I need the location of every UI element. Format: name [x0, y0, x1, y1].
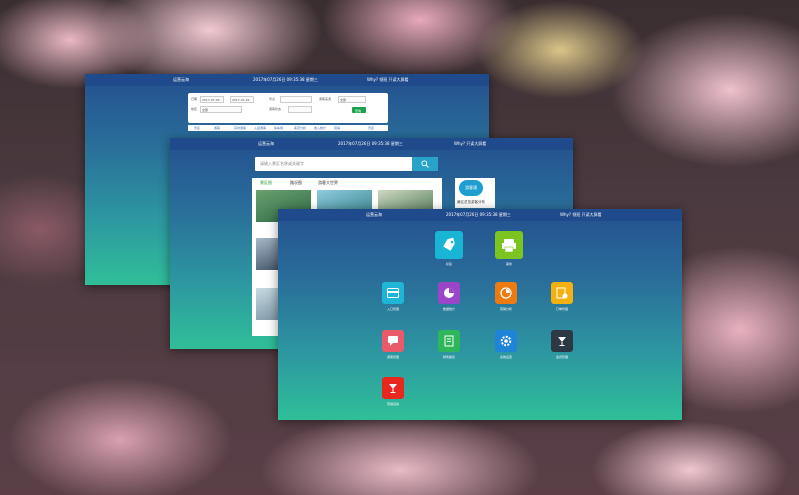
strip-col-7: 收入统计 [314, 126, 327, 130]
field-label-2: 景点 [269, 97, 276, 101]
app-visitors[interactable] [382, 330, 404, 352]
order-icon [556, 287, 568, 299]
search-bar[interactable]: 请输入景区名称或关键字 [255, 157, 438, 171]
strip-col-4: 入园游客 [254, 126, 267, 130]
app-label: 票务 [505, 262, 513, 266]
scenic-thumbnail[interactable] [256, 238, 280, 270]
app-label: 营销分析 [499, 307, 513, 311]
query-button[interactable]: 查询 [352, 107, 366, 113]
side-widget: 游客通 景区总览游客分布 [455, 178, 495, 208]
top-bar: 运营云海 2017年07月26日 09:35:38 星期三 Why? 领班 只读… [85, 74, 489, 86]
strip-col-6: 客流分析 [294, 126, 307, 130]
query-form: 日期 2017-07-26 2017-07-26 景点 游客来源 全部 地区 全… [188, 93, 388, 123]
datetime: 2017年07月26日 09:35:38 星期三 [338, 141, 403, 146]
pie-chart-icon [444, 288, 454, 298]
app-title: 运营云海 [258, 141, 274, 146]
app-title: 运营云海 [366, 212, 382, 217]
app-label: 营销活动 [386, 402, 400, 406]
datetime: 2017年07月26日 09:35:38 星期三 [253, 77, 318, 82]
pie-analysis-icon [500, 287, 512, 299]
strip-col-5: 停车场 [274, 126, 284, 130]
region-select[interactable]: 全部 [200, 106, 242, 113]
date-label: 日期 [191, 97, 198, 101]
app-label: 标签 [445, 262, 453, 266]
app-label: 订单管理 [555, 307, 569, 311]
app-label: 系统设置 [499, 355, 513, 359]
cup-red-icon [389, 384, 397, 393]
spot-input[interactable] [280, 96, 312, 103]
report-icon [444, 335, 454, 347]
search-input[interactable]: 请输入景区名称或关键字 [260, 161, 304, 167]
strip-col-2: 游客 [214, 126, 221, 130]
printer-icon [502, 239, 516, 253]
datetime: 2017年07月26日 09:35:38 星期三 [446, 212, 511, 217]
cup-icon [558, 337, 566, 346]
field-label-4: 地区 [191, 107, 198, 111]
user-info: Why? 领班 只读大屏看 [560, 212, 602, 217]
app-statistics[interactable] [438, 282, 460, 304]
strip-col-1: 景区 [194, 126, 201, 130]
app-label: 财务报表 [442, 355, 456, 359]
app-label: 会员管理 [555, 355, 569, 359]
app-tag[interactable] [435, 231, 463, 259]
tab-bar: 景区图 路况图 游客大世界 [252, 178, 442, 186]
status-select[interactable] [288, 106, 312, 113]
app-campaign[interactable] [382, 377, 404, 399]
front-screen-apps: 运营云海 2017年07月26日 09:35:38 星期三 Why? 领班 只读… [278, 209, 682, 420]
strip-col-9: 景区 [368, 126, 375, 130]
app-entrance[interactable] [382, 282, 404, 304]
app-badge[interactable]: 游客通 [459, 180, 483, 196]
search-button[interactable] [412, 157, 438, 171]
app-orders[interactable] [551, 282, 573, 304]
app-label: 游客管理 [386, 355, 400, 359]
card-icon [387, 288, 399, 298]
app-title: 运营云海 [173, 77, 189, 82]
search-icon [421, 160, 429, 168]
user-info: Why? 只读大屏看 [454, 141, 487, 146]
scenic-thumbnail[interactable] [256, 288, 280, 320]
user-info: Why? 领班 只读大屏看 [367, 77, 409, 82]
strip-col-8: 营销 [334, 126, 341, 130]
column-strip: 景区 游客 实时游客 入园游客 停车场 客流分析 收入统计 营销 景区 [188, 125, 388, 131]
app-printer[interactable] [495, 231, 523, 259]
app-members[interactable] [551, 330, 573, 352]
tag-icon [443, 237, 455, 251]
app-finance[interactable] [438, 330, 460, 352]
app-label: 入口管理 [386, 307, 400, 311]
app-marketing-analysis[interactable] [495, 282, 517, 304]
source-select[interactable]: 全部 [338, 96, 366, 103]
gear-icon [500, 335, 512, 347]
top-bar: 运营云海 2017年07月26日 09:35:38 星期三 Why? 只读大屏看 [170, 138, 573, 150]
strip-col-3: 实时游客 [234, 126, 247, 130]
field-label-7: 游客状态 [269, 107, 282, 111]
app-settings[interactable] [495, 330, 517, 352]
side-text: 景区总览游客分布 [457, 200, 485, 204]
date-to-input[interactable]: 2017-07-26 [230, 96, 254, 103]
field-label-3: 游客来源 [319, 97, 332, 101]
app-label: 数据统计 [442, 307, 456, 311]
date-from-input[interactable]: 2017-07-26 [200, 96, 224, 103]
message-icon [388, 336, 398, 346]
top-bar: 运营云海 2017年07月26日 09:35:38 星期三 Why? 领班 只读… [278, 209, 682, 221]
